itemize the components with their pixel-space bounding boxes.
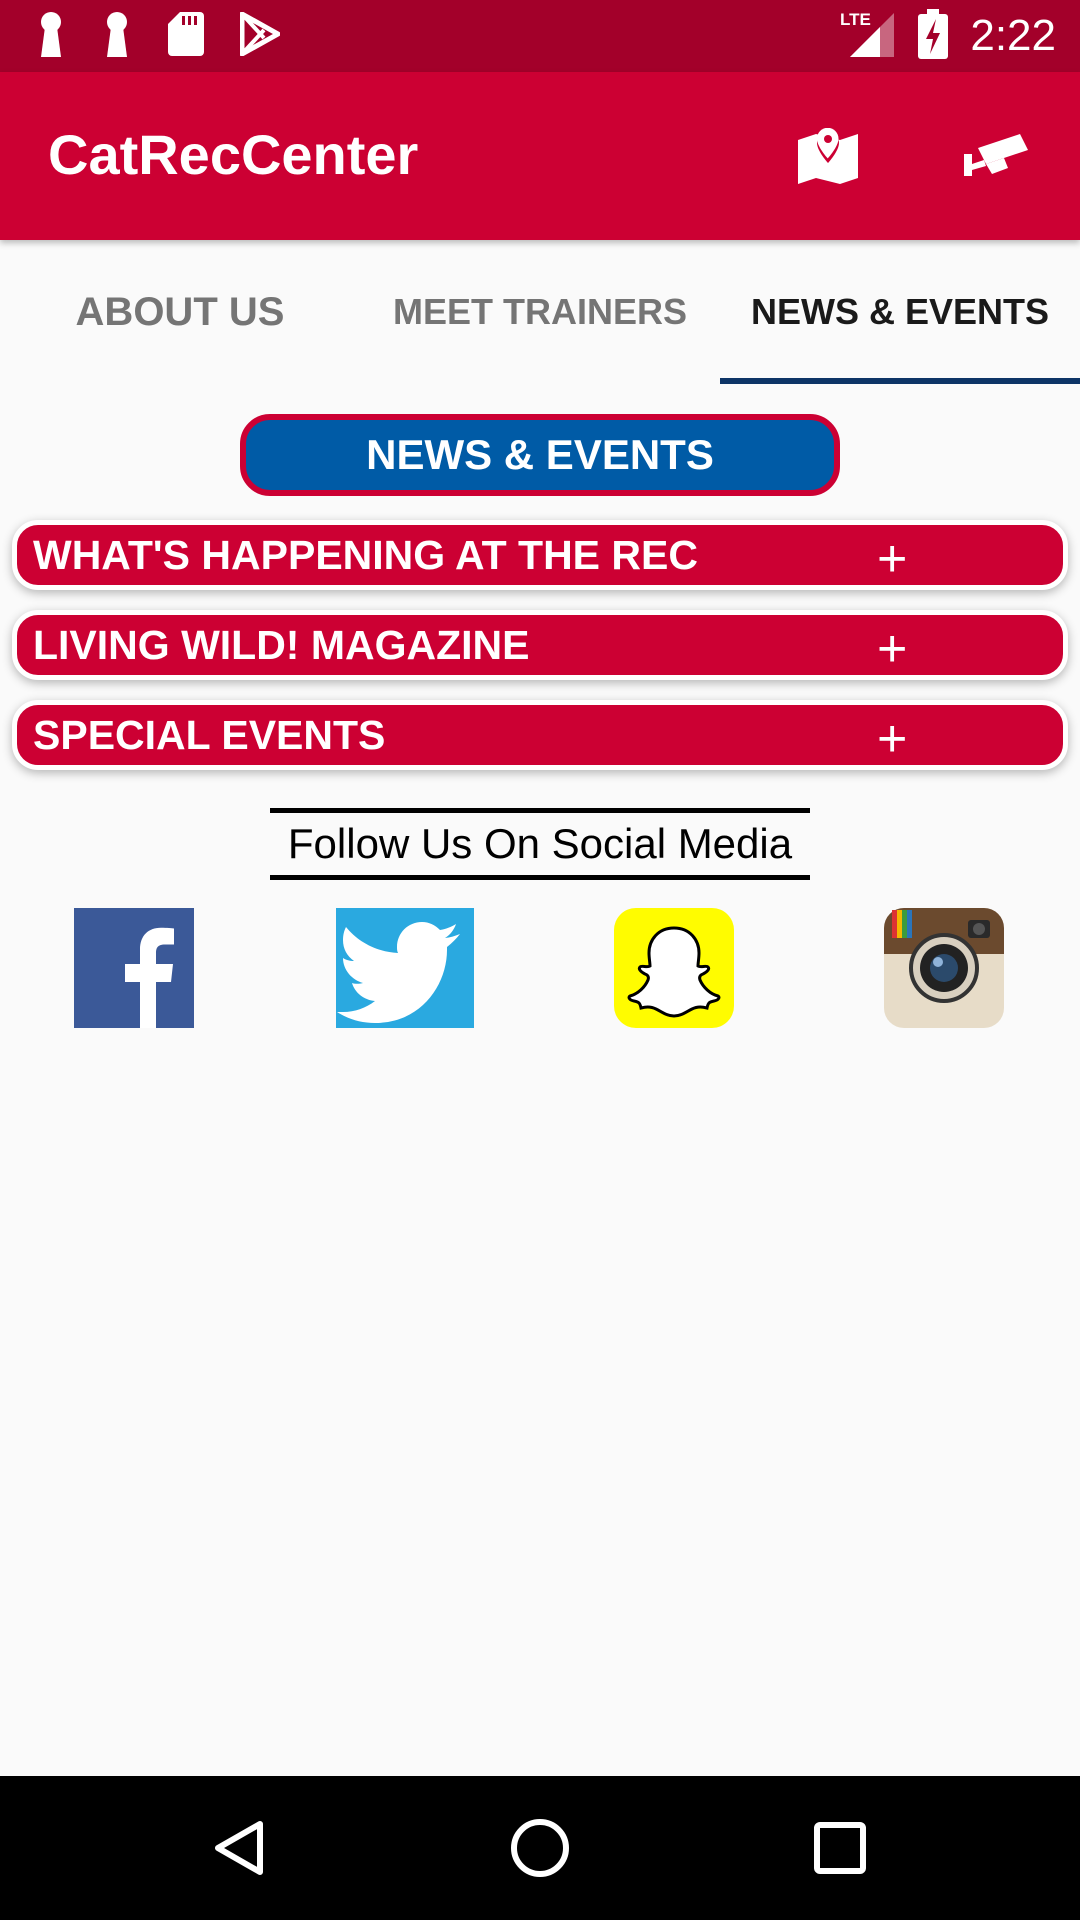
clock: 2:22 — [970, 11, 1056, 60]
expand-plus-icon[interactable]: + — [877, 533, 907, 585]
section-title: NEWS & EVENTS — [240, 414, 840, 496]
app-title: CatRecCenter — [48, 123, 419, 186]
expand-plus-icon[interactable]: + — [877, 623, 907, 675]
expand-plus-icon[interactable]: + — [877, 713, 907, 765]
map-button[interactable] — [792, 124, 864, 188]
app-bar: CatRecCenter — [0, 72, 1080, 240]
accordion-label: SPECIAL EVENTS — [33, 711, 386, 758]
recent-square-icon — [814, 1822, 866, 1874]
camera-button[interactable] — [960, 124, 1032, 188]
map-pin-icon — [798, 128, 858, 184]
accordion-special-events[interactable]: SPECIAL EVENTS + — [12, 700, 1068, 770]
twitter-icon — [336, 908, 474, 1028]
home-button[interactable] — [504, 1812, 576, 1884]
security-camera-icon — [964, 134, 1028, 176]
back-button[interactable] — [204, 1812, 276, 1884]
tab-bar: ABOUT US MEET TRAINERS NEWS & EVENTS — [0, 240, 1080, 384]
tab-news-events[interactable]: NEWS & EVENTS — [720, 240, 1080, 384]
accordion-label: LIVING WILD! MAGAZINE — [33, 621, 530, 668]
accordion-living-wild[interactable]: LIVING WILD! MAGAZINE + — [12, 610, 1068, 680]
play-store-icon — [239, 11, 281, 61]
twitter-link[interactable] — [336, 908, 474, 1028]
snapchat-icon — [614, 908, 734, 1028]
svg-text:LTE: LTE — [840, 10, 871, 29]
accordion-whats-happening[interactable]: WHAT'S HAPPENING AT THE REC + — [12, 520, 1068, 590]
tab-about-us[interactable]: ABOUT US — [0, 240, 360, 384]
keyhole-icon — [36, 11, 66, 62]
facebook-icon — [74, 908, 194, 1028]
battery-charging-icon — [918, 8, 949, 64]
accordion-label: WHAT'S HAPPENING AT THE REC — [33, 531, 698, 578]
instagram-icon — [884, 908, 1004, 1028]
keyhole-icon — [102, 11, 132, 62]
tab-meet-trainers[interactable]: MEET TRAINERS — [360, 240, 720, 384]
instagram-link[interactable] — [884, 908, 1004, 1028]
back-triangle-icon — [215, 1821, 263, 1875]
home-circle-icon — [511, 1819, 569, 1877]
facebook-link[interactable] — [74, 908, 194, 1028]
lte-signal-icon: LTE — [840, 9, 896, 64]
recent-apps-button[interactable] — [804, 1812, 876, 1884]
status-bar: LTE 2:22 — [0, 0, 1080, 72]
snapchat-link[interactable] — [614, 908, 734, 1028]
sd-card-icon — [168, 11, 204, 61]
social-heading: Follow Us On Social Media — [270, 808, 810, 880]
navigation-bar — [0, 1776, 1080, 1920]
